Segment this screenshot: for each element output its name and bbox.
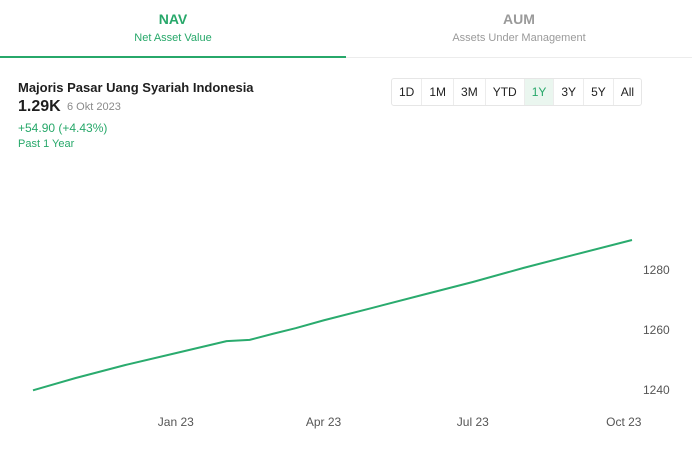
range-ytd-button[interactable]: YTD <box>486 79 525 105</box>
tab-bar: NAV Net Asset Value AUM Assets Under Man… <box>0 0 692 58</box>
range-3y-button[interactable]: 3Y <box>554 79 585 105</box>
range-1m-button[interactable]: 1M <box>422 79 455 105</box>
range-1d-button[interactable]: 1D <box>392 79 423 105</box>
y-tick-label: 1280 <box>643 263 670 277</box>
tab-nav[interactable]: NAV Net Asset Value <box>0 0 346 58</box>
tab-aum[interactable]: AUM Assets Under Management <box>346 0 692 57</box>
nav-series-line <box>32 239 633 392</box>
tab-aum-subtitle: Assets Under Management <box>452 32 586 44</box>
nav-date: 6 Okt 2023 <box>67 101 121 113</box>
tab-aum-title: AUM <box>503 11 535 27</box>
active-tab-indicator <box>0 56 346 58</box>
range-5y-button[interactable]: 5Y <box>584 79 614 105</box>
y-tick-label: 1240 <box>643 383 670 397</box>
time-range-selector: 1D 1M 3M YTD 1Y 3Y 5Y All <box>391 78 643 106</box>
x-tick-label: Jul 23 <box>457 415 489 429</box>
y-tick-label: 1260 <box>643 323 670 337</box>
x-tick-label: Apr 23 <box>306 415 342 429</box>
x-tick-label: Jan 23 <box>158 415 194 429</box>
range-all-button[interactable]: All <box>614 79 641 105</box>
x-tick-label: Oct 23 <box>606 415 642 429</box>
nav-change: +54.90 (+4.43%) <box>18 121 108 135</box>
nav-value: 1.29K <box>18 98 61 115</box>
tab-nav-title: NAV <box>158 11 188 27</box>
nav-period: Past 1 Year <box>18 138 75 150</box>
fund-name: Majoris Pasar Uang Syariah Indonesia <box>18 80 254 95</box>
tab-nav-subtitle: Net Asset Value <box>134 32 212 44</box>
range-1y-button[interactable]: 1Y <box>524 79 555 105</box>
range-3m-button[interactable]: 3M <box>454 79 486 105</box>
nav-line-chart: 1240 1260 1280 Jan 23 Apr 23 Jul 23 Oct 23 <box>32 239 670 429</box>
